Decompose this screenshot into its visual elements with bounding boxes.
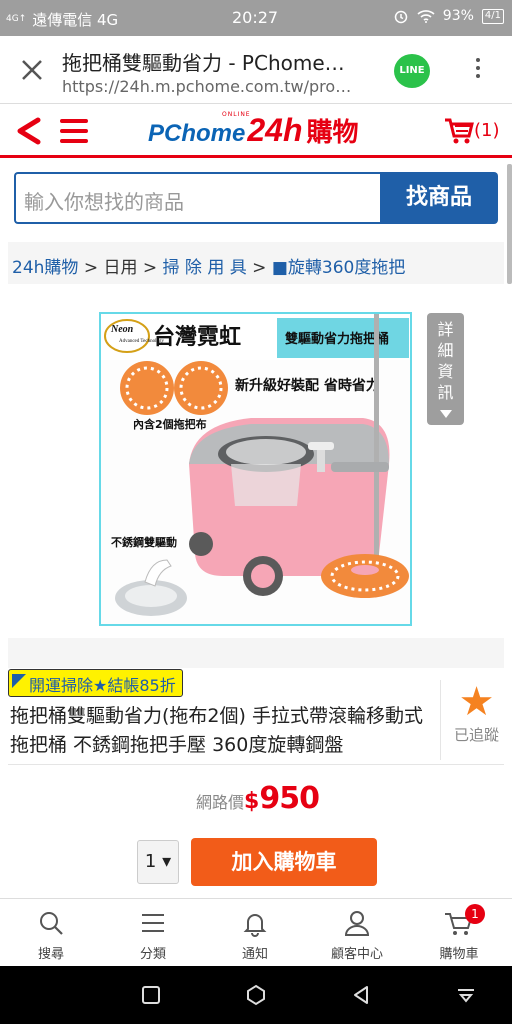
nav-category[interactable]: 分類 [102,899,204,967]
search-input[interactable]: 輸入你想找的商品 [14,172,380,224]
back-nav-icon[interactable] [350,984,372,1006]
nav-search[interactable]: 搜尋 [0,899,102,967]
android-nav-bar [0,966,512,1024]
nav-customer-center[interactable]: 顧客中心 [306,899,408,967]
signal-indicator: 4G↑ [6,14,27,24]
star-icon: ★ [458,679,495,725]
price-value: 950 [259,781,320,816]
scroll-indicator [507,164,512,284]
slogan-text: 新升級好裝配 省時省力 [235,377,380,394]
browser-bar: 拖把桶雙驅動省力 - PChome… https://24h.m.pchome.… [0,36,512,104]
quantity-select[interactable]: 1 ▾ [137,840,179,884]
price-label: 網路價 [196,793,245,812]
user-icon [344,911,370,936]
site-header: ONLINE PChome 24h 購物 (1) [0,104,512,158]
nav-cart[interactable]: 1 購物車 [408,899,510,967]
add-to-cart-button[interactable]: 加入購物車 [191,838,377,886]
bottom-nav: 搜尋 分類 通知 顧客中心 1 購物車 [0,898,512,966]
follow-label: 已追蹤 [453,726,499,744]
status-bar: 4G↑ 遠傳電信 4G 20:27 93% 4/1 [0,0,512,36]
close-icon[interactable] [18,56,46,84]
badge-text: 雙驅動省力拖把桶 [285,331,389,347]
battery-percent: 93% [442,8,474,24]
promo-tag[interactable]: 開運掃除★結帳85折 [8,669,183,697]
price-block: 網路價 $ 950 [196,781,320,816]
battery-icon: 4/1 [481,8,504,24]
line-share-icon[interactable]: LINE [394,54,430,88]
product-title: 拖把桶雙驅動省力(拖布2個) 手拉式帶滾輪移動式拖把桶 不銹鋼拖把手壓 360度… [10,705,423,756]
bell-icon [243,914,267,937]
cloth-note: 內含2個拖把布 [133,417,207,431]
follow-button[interactable]: ★ 已追蹤 [440,680,512,760]
breadcrumb: 24h購物 > 日用 > 掃 除 用 具 > ■旋轉360度拖把 [8,242,504,284]
product-image[interactable]: Neon Advanced Technology 台灣霓虹 雙驅動省力拖把桶 內… [99,312,412,626]
overflow-menu-icon[interactable] [470,54,486,88]
clock: 20:27 [232,8,279,27]
header-cart-count[interactable]: (1) [474,120,500,141]
browser-url[interactable]: https://24h.m.pchome.com.tw/pro… [62,77,351,96]
brand-zh: 台灣霓虹 [153,324,241,350]
back-icon[interactable] [14,116,44,146]
menu-icon [142,914,164,932]
search-icon [40,912,63,935]
price-currency: $ [244,789,260,814]
breadcrumb-24h[interactable]: 24h購物 [12,258,78,278]
carrier-label: 遠傳電信 4G [32,11,119,29]
flag-icon [12,674,26,688]
search-bar: 輸入你想找的商品 找商品 [14,172,498,224]
breadcrumb-daily[interactable]: 日用 [103,258,137,278]
home-icon[interactable] [245,984,267,1006]
notification-shade-icon[interactable] [455,984,477,1006]
wifi-icon [417,10,435,23]
detail-info-tab[interactable]: 詳細資訊 [427,313,464,425]
caret-down-icon [439,410,452,418]
alarm-icon [394,10,408,24]
brand-en: Neon [110,324,134,335]
header-cart-icon[interactable] [444,116,474,146]
nav-notifications[interactable]: 通知 [204,899,306,967]
divider [8,764,504,765]
recents-icon[interactable] [140,984,162,1006]
hamburger-menu-icon[interactable] [60,117,88,145]
search-button[interactable]: 找商品 [380,172,498,224]
breadcrumb-cleaning[interactable]: 掃 除 用 具 [163,258,247,278]
product-illustration: Neon Advanced Technology 台灣霓虹 雙驅動省力拖把桶 內… [101,314,410,624]
steel-note: 不銹鋼雙驅動 [111,535,177,549]
section-divider [8,638,504,668]
breadcrumb-mop[interactable]: ■旋轉360度拖把 [272,258,406,278]
browser-title: 拖把桶雙驅動省力 - PChome… [62,51,345,75]
cart-badge: 1 [465,904,485,924]
pchome-24h-logo[interactable]: ONLINE PChome 24h 購物 [148,111,359,149]
